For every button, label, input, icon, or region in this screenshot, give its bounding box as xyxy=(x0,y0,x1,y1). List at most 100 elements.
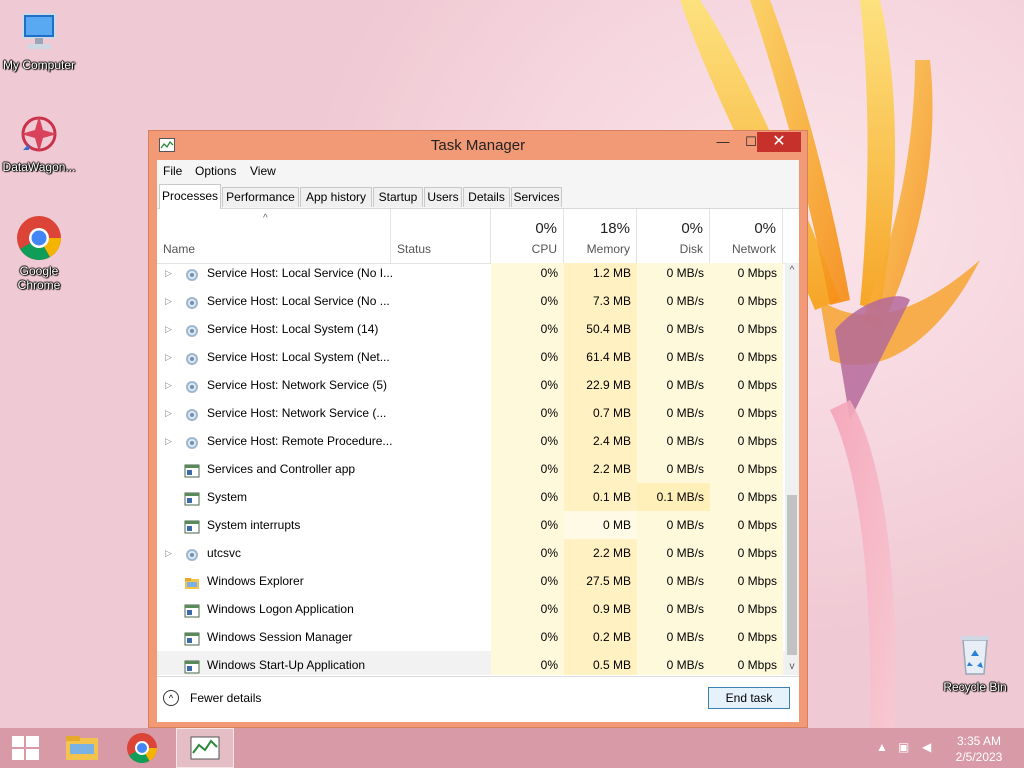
process-disk: 0 MB/s xyxy=(637,595,710,623)
tab-users[interactable]: Users xyxy=(424,187,462,207)
app-window-icon xyxy=(184,489,200,506)
column-memory[interactable]: 18% Memory xyxy=(564,209,637,263)
vertical-scrollbar[interactable]: ^ v xyxy=(785,263,799,675)
process-cpu: 0% xyxy=(491,315,564,343)
process-row[interactable]: ▷ Service Host: Local System (Net... 0% 61.… xyxy=(157,343,787,371)
tab-app-history[interactable]: App history xyxy=(300,187,372,207)
process-row[interactable]: System 0% 0.1 MB 0.1 MB/s 0 Mbps xyxy=(157,483,787,511)
expand-arrow-icon[interactable]: ▷ xyxy=(165,427,172,455)
process-row[interactable]: Windows Session Manager 0% 0.2 MB 0 MB/s 0 M… xyxy=(157,623,787,651)
process-row[interactable]: Windows Start-Up Application 0% 0.5 MB 0 MB… xyxy=(157,651,787,675)
start-button[interactable] xyxy=(0,728,52,768)
end-task-button[interactable]: End task xyxy=(708,687,790,709)
datawagon-icon xyxy=(15,110,63,158)
desktop-icon-label: DataWagon... xyxy=(2,160,76,174)
desktop-icon-datawagon[interactable]: DataWagon... xyxy=(0,110,78,174)
taskbar-file-explorer[interactable] xyxy=(56,728,108,768)
process-name-cell: ▷ Service Host: Remote Procedure... xyxy=(157,427,392,455)
taskbar-task-manager[interactable] xyxy=(176,728,234,768)
process-name: Windows Session Manager xyxy=(207,630,353,644)
column-network[interactable]: 0% Network xyxy=(710,209,783,263)
process-memory: 61.4 MB xyxy=(564,343,637,371)
tab-startup[interactable]: Startup xyxy=(373,187,423,207)
process-memory: 2.2 MB xyxy=(564,455,637,483)
expand-arrow-icon[interactable]: ▷ xyxy=(165,399,172,427)
column-status-label: Status xyxy=(397,242,432,256)
column-status[interactable]: Status xyxy=(391,209,491,263)
desktop-icon-recycle-bin[interactable]: Recycle Bin xyxy=(936,630,1014,694)
process-cpu: 0% xyxy=(491,371,564,399)
expand-arrow-icon[interactable]: ▷ xyxy=(165,315,172,343)
process-row[interactable]: Services and Controller app 0% 2.2 MB 0 MB/… xyxy=(157,455,787,483)
expand-arrow-icon[interactable]: ▷ xyxy=(165,263,172,287)
gear-icon xyxy=(184,321,200,337)
process-disk: 0 MB/s xyxy=(637,343,710,371)
app-window-icon xyxy=(184,629,200,646)
close-button[interactable]: ✕ xyxy=(757,132,801,152)
column-disk[interactable]: 0% Disk xyxy=(637,209,710,263)
scroll-up-icon[interactable]: ^ xyxy=(785,263,799,279)
process-name: Service Host: Local System (Net... xyxy=(207,350,390,364)
fewer-details-link[interactable]: Fewer details xyxy=(190,691,261,705)
process-name: Windows Explorer xyxy=(207,574,304,588)
network-icon[interactable]: ▣ xyxy=(898,740,909,754)
process-row[interactable]: ▷ Service Host: Network Service (5) 0% 22.9… xyxy=(157,371,787,399)
minimize-button[interactable]: — xyxy=(709,132,737,152)
process-row[interactable]: ▷ Service Host: Local System (14) 0% 50.4 M… xyxy=(157,315,787,343)
process-name: Services and Controller app xyxy=(207,462,356,476)
tab-performance[interactable]: Performance xyxy=(222,187,299,207)
desktop-icon-google-chrome[interactable]: Google Chrome xyxy=(0,214,78,292)
column-name[interactable]: ^ Name xyxy=(157,209,391,263)
tray-chevron-up-icon[interactable]: ▲ xyxy=(876,740,888,754)
process-memory: 50.4 MB xyxy=(564,315,637,343)
process-row[interactable]: Windows Explorer 0% 27.5 MB 0 MB/s 0 Mbps xyxy=(157,567,787,595)
process-row[interactable]: ▷ utcsvc 0% 2.2 MB 0 MB/s 0 Mbps xyxy=(157,539,787,567)
menu-options[interactable]: Options xyxy=(195,164,236,178)
folder-icon xyxy=(184,573,200,589)
process-row[interactable]: System interrupts 0% 0 MB 0 MB/s 0 Mbps xyxy=(157,511,787,539)
title-bar[interactable]: Task Manager — ☐ ✕ xyxy=(149,131,807,160)
tab-details[interactable]: Details xyxy=(463,187,510,207)
process-disk: 0 MB/s xyxy=(637,511,710,539)
clock[interactable]: 3:35 AM 2/5/2023 xyxy=(948,733,1010,765)
process-name-cell: Windows Explorer xyxy=(157,567,391,595)
process-memory: 2.2 MB xyxy=(564,539,637,567)
chrome-icon xyxy=(15,214,63,262)
scroll-down-icon[interactable]: v xyxy=(785,659,799,675)
clock-date: 2/5/2023 xyxy=(955,750,1003,764)
process-disk: 0 MB/s xyxy=(637,651,710,675)
taskbar-chrome[interactable] xyxy=(116,728,168,768)
expand-arrow-icon[interactable]: ▷ xyxy=(165,371,172,399)
expand-arrow-icon[interactable]: ▷ xyxy=(165,343,172,371)
process-status xyxy=(391,567,491,595)
process-row[interactable]: Windows Logon Application 0% 0.9 MB 0 MB/s 0… xyxy=(157,595,787,623)
process-cpu: 0% xyxy=(491,263,564,287)
process-memory: 22.9 MB xyxy=(564,371,637,399)
column-network-label: Network xyxy=(731,242,776,256)
process-row[interactable]: ▷ Service Host: Network Service (... 0% 0.7… xyxy=(157,399,787,427)
expand-arrow-icon[interactable]: ▷ xyxy=(165,287,172,315)
column-cpu[interactable]: 0% CPU xyxy=(491,209,564,263)
process-row[interactable]: ▷ Service Host: Remote Procedure... 0% 2.4 … xyxy=(157,427,787,455)
process-name-cell: ▷ Service Host: Local System (Net... xyxy=(157,343,391,371)
speaker-icon[interactable]: ◀ xyxy=(922,740,931,754)
chevron-up-circle-icon[interactable]: ^ xyxy=(163,690,179,706)
menu-file[interactable]: File xyxy=(163,164,182,178)
tab-processes[interactable]: Processes xyxy=(159,184,221,209)
tab-services[interactable]: Services xyxy=(511,187,562,207)
process-disk: 0 MB/s xyxy=(637,371,710,399)
process-cpu: 0% xyxy=(491,343,564,371)
process-row[interactable]: ▷ Service Host: Local Service (No ... 0% 7.… xyxy=(157,287,787,315)
desktop-icon-my-computer[interactable]: My Computer xyxy=(0,8,78,72)
process-name: Windows Start-Up Application xyxy=(207,658,366,672)
process-list: ▷ Service Host: Local Service (No I... 0% 1… xyxy=(157,263,799,675)
process-status xyxy=(391,315,491,343)
menu-view[interactable]: View xyxy=(250,164,276,178)
scrollbar-thumb[interactable] xyxy=(787,495,797,655)
process-network: 0 Mbps xyxy=(710,287,783,315)
process-disk: 0 MB/s xyxy=(637,539,710,567)
process-row[interactable]: ▷ Service Host: Local Service (No I... 0% 1… xyxy=(157,263,787,287)
process-disk: 0 MB/s xyxy=(637,427,710,455)
expand-arrow-icon[interactable]: ▷ xyxy=(165,539,172,567)
process-name: utcsvc xyxy=(207,546,242,560)
